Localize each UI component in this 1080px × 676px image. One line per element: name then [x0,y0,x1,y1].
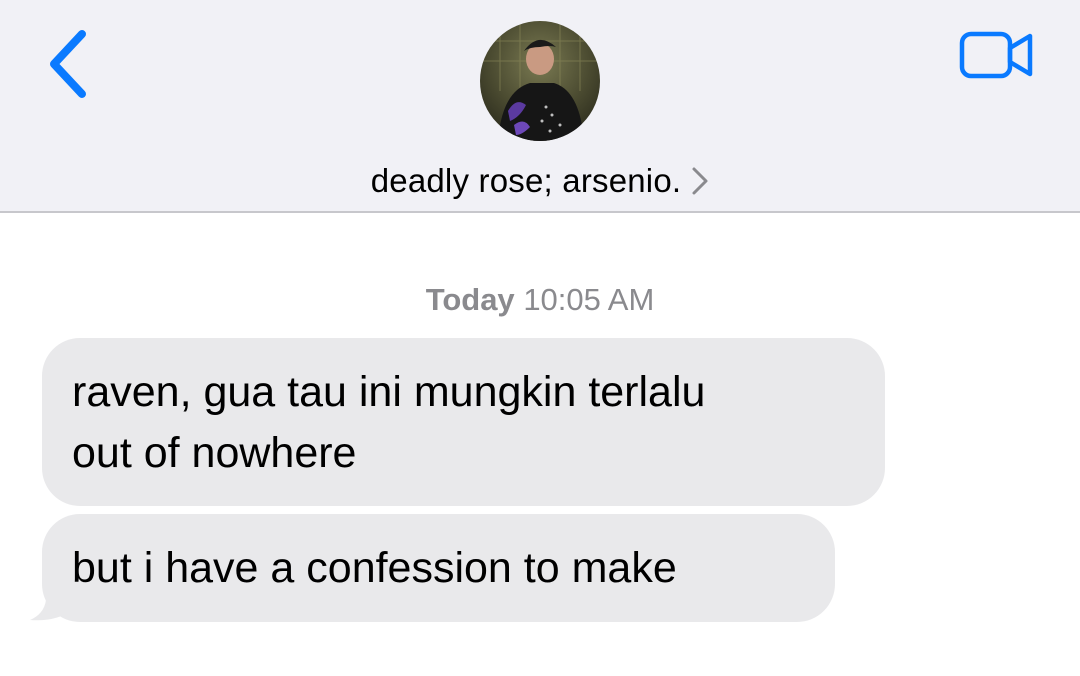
chevron-right-icon [692,167,708,195]
message-bubble[interactable]: but i have a confession to make [42,514,835,622]
back-button[interactable] [40,26,96,102]
message-timestamp: Today 10:05 AM [0,282,1080,318]
contact-avatar[interactable] [480,21,600,141]
chevron-left-icon [50,30,86,98]
video-call-button[interactable] [956,28,1036,82]
conversation-header: deadly rose; arsenio. [0,0,1080,213]
message-text: but i have a confession to make [72,544,677,592]
message-text: raven, gua tau ini mungkin terlalu out o… [72,368,706,477]
video-camera-icon [959,31,1033,79]
avatar-photo [480,21,600,141]
message-bubble[interactable]: raven, gua tau ini mungkin terlalu out o… [42,338,885,506]
contact-name-row[interactable]: deadly rose; arsenio. [0,158,1080,204]
timestamp-time: 10:05 AM [523,282,655,317]
messages-screen: deadly rose; arsenio. Today 10:05 AM rav… [0,0,1080,676]
timestamp-day: Today [425,282,515,317]
contact-name: deadly rose; arsenio. [370,162,682,199]
